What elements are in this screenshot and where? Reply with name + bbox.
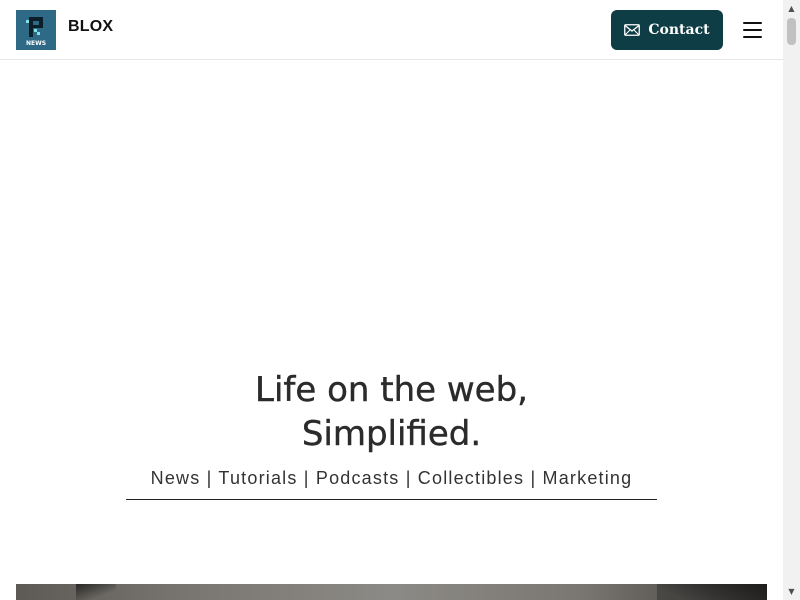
nav-item-marketing[interactable]: Marketing bbox=[543, 468, 633, 488]
nav-separator: | bbox=[405, 468, 418, 488]
vertical-scrollbar[interactable]: ▲ ▼ bbox=[783, 0, 800, 600]
hero-section: Life on the web, Simplified. bbox=[0, 368, 783, 456]
page: NEWS BLOX Contact Life on the web, Simpl… bbox=[0, 0, 800, 600]
nav-separator: | bbox=[303, 468, 316, 488]
nav-item-podcasts[interactable]: Podcasts bbox=[316, 468, 400, 488]
brand-name[interactable]: BLOX bbox=[68, 18, 113, 36]
category-nav: News | Tutorials | Podcasts | Collectibl… bbox=[126, 466, 657, 500]
scroll-up-arrow-icon[interactable]: ▲ bbox=[783, 0, 800, 17]
hero-title: Life on the web, Simplified. bbox=[0, 368, 783, 456]
hamburger-menu-icon[interactable] bbox=[741, 19, 765, 41]
logo-icon[interactable]: NEWS bbox=[16, 10, 56, 50]
envelope-icon bbox=[624, 24, 641, 36]
hero-image bbox=[16, 584, 767, 600]
logo-text: NEWS bbox=[26, 40, 46, 47]
nav-separator: | bbox=[530, 468, 543, 488]
contact-button[interactable]: Contact bbox=[611, 10, 723, 50]
hero-title-line1: Life on the web, bbox=[255, 370, 528, 410]
hero-title-line2: Simplified. bbox=[301, 414, 482, 454]
scrollbar-thumb[interactable] bbox=[787, 18, 796, 45]
nav-item-collectibles[interactable]: Collectibles bbox=[418, 468, 524, 488]
site-header: NEWS BLOX Contact bbox=[0, 0, 783, 60]
contact-label: Contact bbox=[648, 22, 710, 38]
scroll-down-arrow-icon[interactable]: ▼ bbox=[783, 583, 800, 600]
nav-separator: | bbox=[206, 468, 219, 488]
nav-item-news[interactable]: News bbox=[151, 468, 201, 488]
nav-item-tutorials[interactable]: Tutorials bbox=[218, 468, 297, 488]
